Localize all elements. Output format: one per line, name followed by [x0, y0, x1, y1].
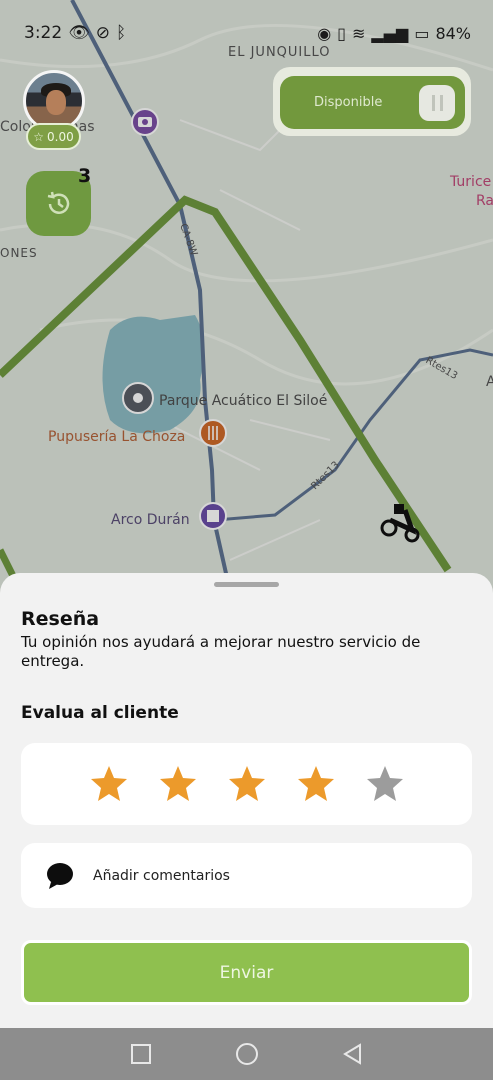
star-filled-icon[interactable]	[89, 764, 129, 804]
signal-icon: ▂▄▆	[371, 23, 409, 43]
star-empty-icon[interactable]	[365, 764, 405, 804]
home-icon[interactable]	[227, 1034, 267, 1074]
location-icon: ◉	[317, 23, 332, 43]
wifi-icon: ≋	[351, 23, 366, 43]
add-comment-label: Añadir comentarios	[93, 867, 230, 884]
dnd-icon: ⊘	[95, 23, 111, 43]
battery-icon: ▭	[414, 23, 430, 43]
history-count-badge: 3	[78, 165, 92, 187]
screen: EL JUNQUILLO Colonia Viñas Turice Ra ONE…	[0, 0, 493, 1080]
toggle-knob[interactable]	[419, 84, 455, 121]
evaluate-label: Evalua al cliente	[21, 703, 179, 723]
availability-label: Disponible	[314, 95, 383, 110]
back-icon[interactable]	[333, 1034, 373, 1074]
star-filled-icon[interactable]	[227, 764, 267, 804]
status-right: ◉ ▯ ≋ ▂▄▆ ▭ 84%	[317, 24, 471, 43]
navigation-bar	[0, 1028, 493, 1080]
star-rating	[21, 743, 472, 825]
history-icon	[47, 191, 69, 214]
review-title: Reseña	[21, 608, 100, 630]
recents-icon[interactable]	[121, 1034, 161, 1074]
status-time: 3:22	[24, 23, 63, 43]
bluetooth-icon: ᛒ	[116, 23, 127, 43]
sheet-drag-handle[interactable]	[214, 582, 279, 587]
review-sheet: Reseña Tu opinión nos ayudará a mejorar …	[0, 573, 493, 1028]
rating-badge: ☆ 0.00	[26, 123, 81, 150]
star-outline-icon: ☆	[33, 129, 45, 144]
battery-level: 84%	[435, 23, 471, 43]
add-comment-button[interactable]: Añadir comentarios	[21, 843, 472, 908]
review-subtitle: Tu opinión nos ayudará a mejorar nuestro…	[21, 633, 421, 670]
availability-toggle[interactable]: Disponible	[280, 76, 465, 129]
speech-bubble-icon	[47, 862, 73, 889]
send-button[interactable]: Enviar	[21, 940, 472, 1005]
star-filled-icon[interactable]	[158, 764, 198, 804]
vibrate-icon: ▯	[337, 23, 346, 43]
status-bar: 3:22 👁 ⊘ ᛒ ◉ ▯ ≋ ▂▄▆ ▭ 84%	[0, 0, 493, 66]
status-left: 3:22 👁 ⊘ ᛒ	[24, 23, 126, 43]
eye-icon: 👁	[68, 23, 90, 43]
star-filled-icon[interactable]	[296, 764, 336, 804]
rating-value: 0.00	[47, 129, 74, 144]
